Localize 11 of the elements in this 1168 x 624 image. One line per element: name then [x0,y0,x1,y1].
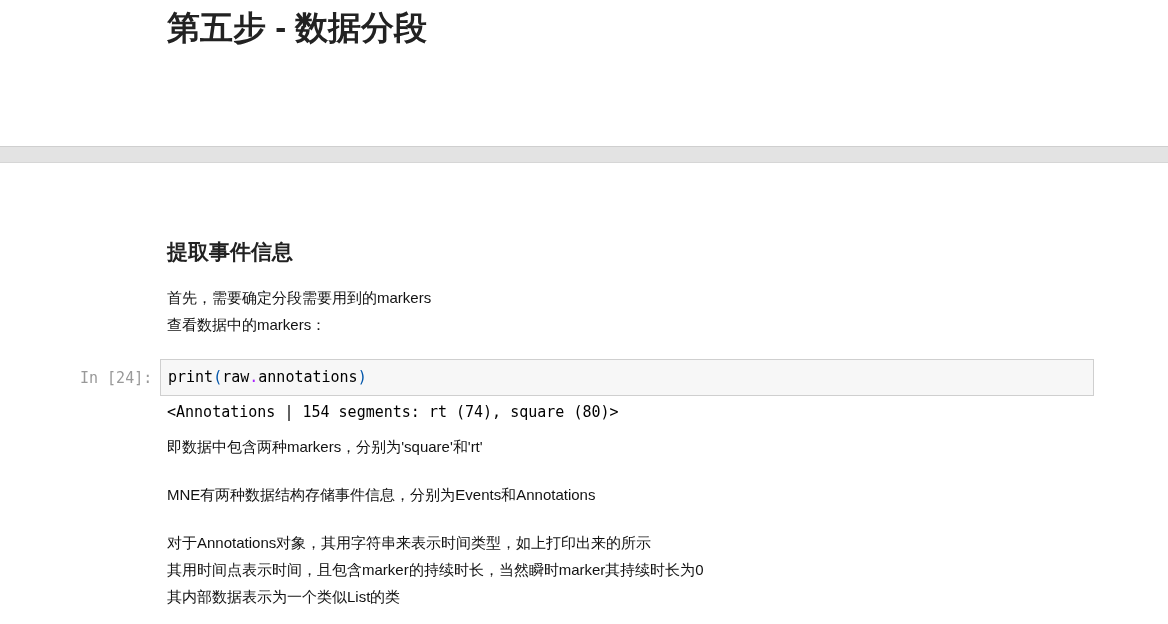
text-line: 查看数据中的markers： [167,315,328,336]
text-line: 即数据中包含两种markers，分别为'square'和'rt' [167,437,484,458]
text-line: MNE有两种数据结构存储事件信息，分别为Events和Annotations [167,485,597,506]
code-output: <Annotations | 154 segments: rt (74), square (80)> [166,401,620,423]
page-title: 第五步 - 数据分段 [167,8,429,48]
text-line: 对于Annotations对象，其用字符串来表示时间类型，如上打印出来的所示 [167,533,653,554]
text-line: 其内部数据表示为一个类似List的类 [167,587,402,608]
text-line: 其用时间点表示时间，且包含marker的持续时长，当然瞬时marker其持续时长为0 [167,560,705,581]
input-prompt: In [24]: [80,368,154,390]
section-heading: 提取事件信息 [167,239,294,265]
text-line: 首先，需要确定分段需要用到的markers [167,288,433,309]
